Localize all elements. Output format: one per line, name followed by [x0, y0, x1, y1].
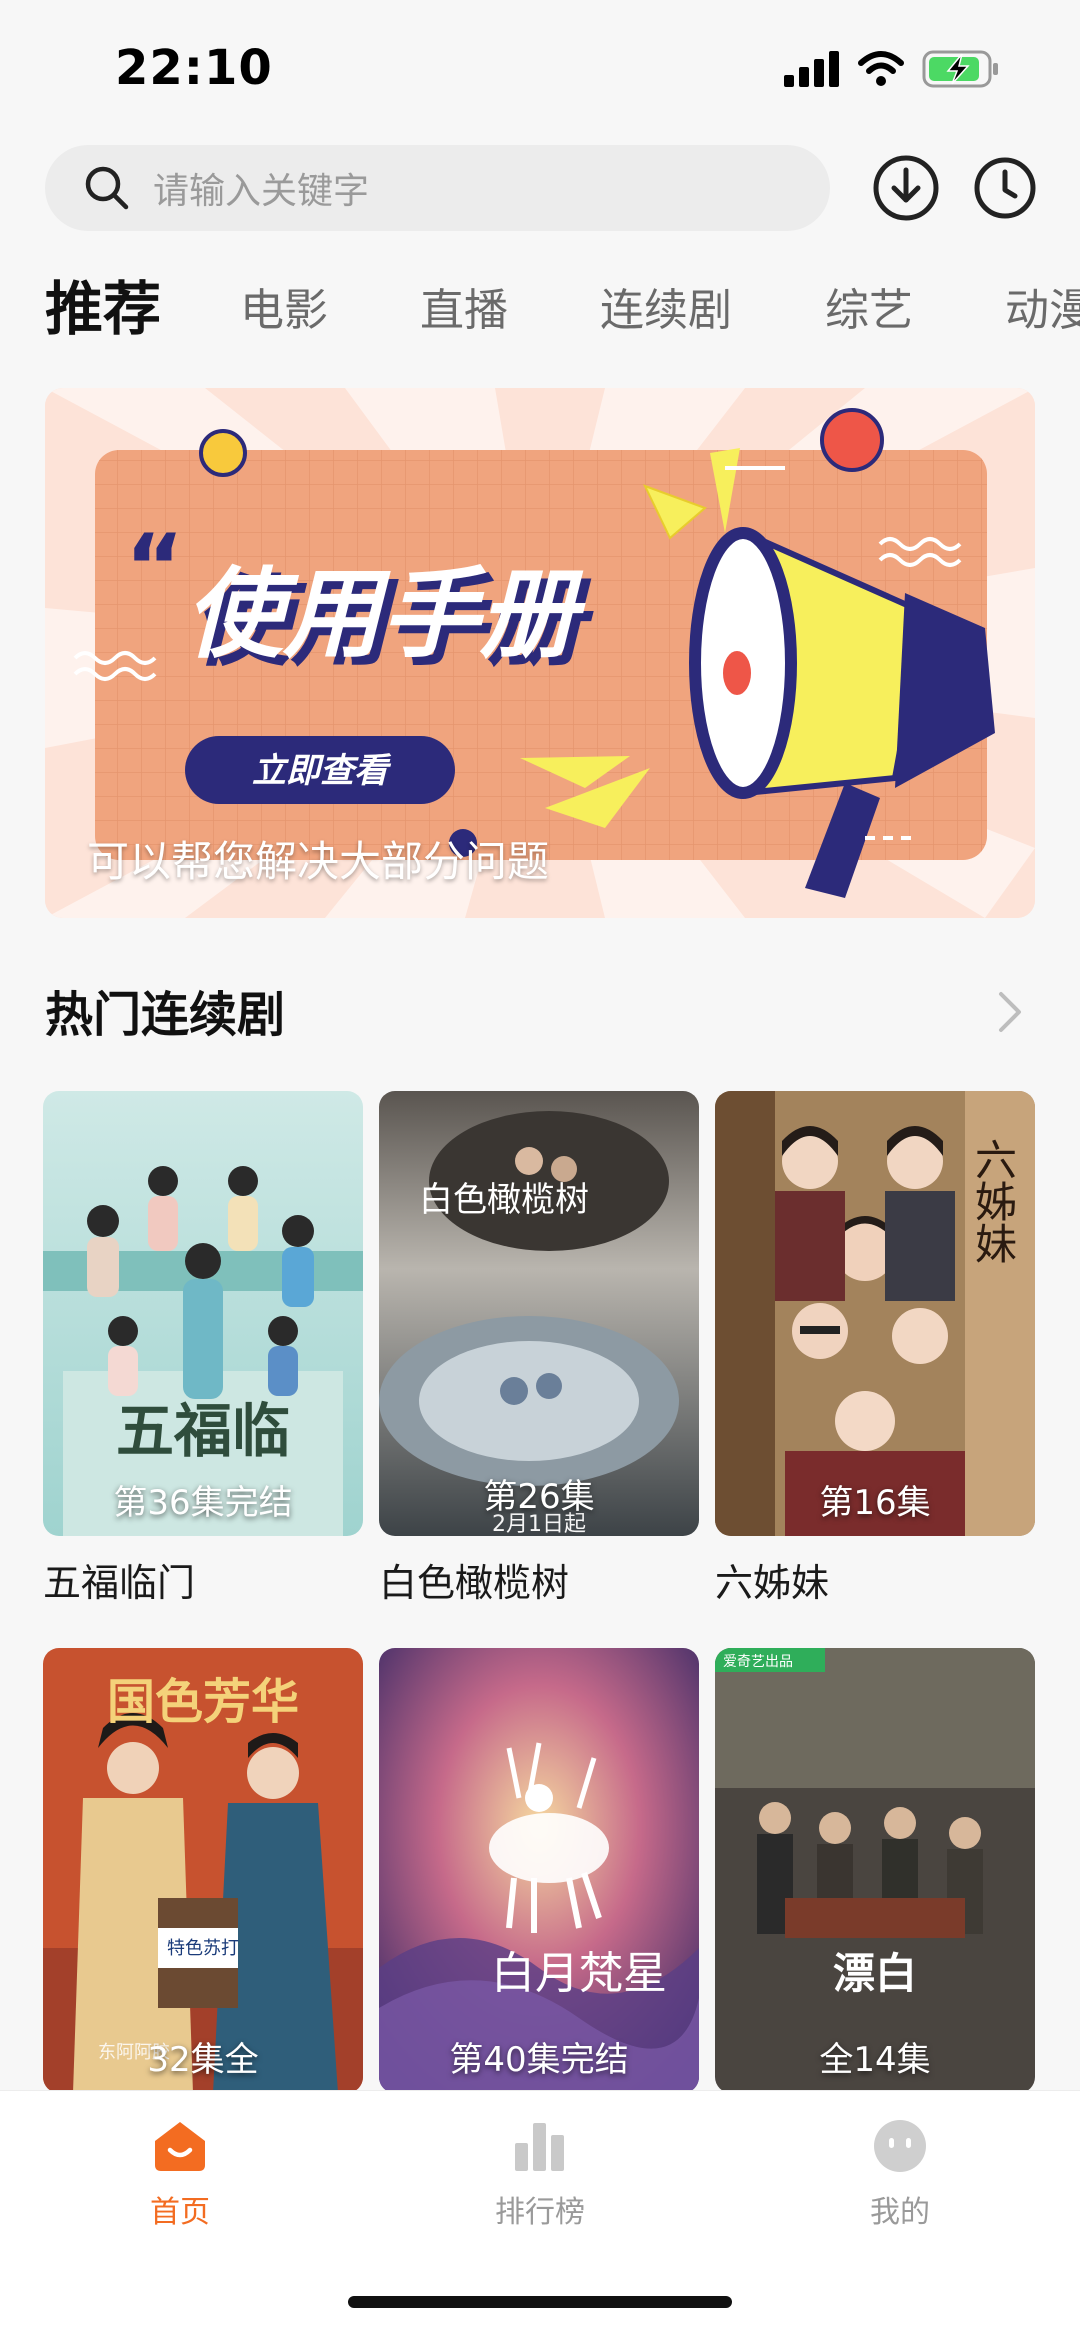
drama-card-olive-tree[interactable]: 白色橄榄树 2月1日起 第26集 白色橄榄树 — [379, 1091, 699, 1607]
user-manual-banner[interactable]: “ 使用手册 使用手册 立即查看 可以帮您解决大部分问题 — [45, 388, 1035, 918]
poster-image: 特色苏打 国色芳华 东阿阿胶 32集全 — [43, 1648, 363, 2093]
chevron-right-icon — [999, 992, 1021, 1032]
poster-image: 白月梵星 第40集完结 — [379, 1648, 699, 2093]
wifi-icon — [858, 51, 904, 86]
poster-image: 白色橄榄树 2月1日起 第26集 — [379, 1091, 699, 1536]
tab-anime[interactable]: 动漫 — [1005, 274, 1080, 338]
tab-variety[interactable]: 综艺 — [825, 274, 913, 338]
status-bar: 22:10 — [0, 0, 1080, 130]
poster-title-art: 国色芳华 — [107, 1674, 299, 1730]
battery-charging-icon — [922, 50, 998, 88]
drama-card-six-sisters[interactable]: 六姊妹 第16集 六姊妹 — [715, 1091, 1035, 1607]
status-time: 22:10 — [115, 40, 273, 96]
search-row: 请输入关键字 — [0, 140, 1080, 235]
download-button[interactable] — [858, 140, 953, 235]
status-icons — [784, 50, 1000, 88]
tab-series[interactable]: 连续剧 — [600, 274, 732, 338]
poster-image: 五福临 第36集完结 — [43, 1091, 363, 1536]
episode-badge: 全14集 — [819, 2040, 931, 2080]
episode-badge: 第26集 — [483, 1477, 595, 1517]
tabbar-ranking-label: 排行榜 — [495, 2195, 585, 2230]
banner-cta-label[interactable]: 立即查看 — [252, 751, 392, 791]
tabbar-home[interactable]: 首页 — [80, 2119, 280, 2231]
section-title: 热门连续剧 — [45, 987, 286, 1043]
section-more-button[interactable] — [995, 989, 1025, 1039]
poster-title-art: 白色橄榄树 — [419, 1180, 589, 1220]
home-icon — [155, 2122, 205, 2171]
poster-brand: 爱奇艺出品 — [723, 1653, 793, 1670]
home-indicator[interactable] — [348, 2296, 732, 2308]
svg-text:“: “ — [125, 515, 184, 620]
search-icon — [85, 166, 129, 210]
search-placeholder: 请输入关键字 — [153, 171, 370, 212]
section-header-hot-series: 热门连续剧 — [45, 975, 1035, 1055]
app-screen: 22:10 请输入关键字 推荐 电影 直播 连续剧 综艺 动漫 “ 使用手册 使… — [0, 0, 1080, 2337]
clock-icon — [974, 157, 1035, 218]
drama-card-wufu[interactable]: 五福临 第36集完结 五福临门 — [43, 1091, 363, 1607]
tabbar-ranking[interactable]: 排行榜 — [440, 2119, 640, 2231]
signal-icon — [784, 51, 839, 87]
sponsor-label: 特色苏打 — [167, 1938, 239, 1959]
poster-title-art: 白月梵星 — [491, 1948, 667, 1999]
poster-title-art: 漂白 — [833, 1949, 917, 1998]
poster-image: 六姊妹 第16集 — [715, 1091, 1035, 1536]
download-icon — [873, 155, 938, 220]
drama-card-piaobai[interactable]: 爱奇艺出品 漂白 全14集 — [715, 1648, 1035, 2093]
tab-live[interactable]: 直播 — [420, 274, 508, 338]
drama-title: 白色橄榄树 — [379, 1561, 570, 1605]
poster-image: 爱奇艺出品 漂白 全14集 — [715, 1648, 1035, 2093]
drama-title: 五福临门 — [43, 1561, 196, 1605]
drama-title: 六姊妹 — [715, 1561, 830, 1605]
bar-chart-icon — [515, 2123, 564, 2171]
search-input[interactable]: 请输入关键字 — [45, 145, 830, 231]
poster-title-art: 六姊妹 — [969, 1138, 1018, 1264]
episode-badge: 第36集完结 — [113, 1483, 293, 1523]
category-tabs: 推荐 电影 直播 连续剧 综艺 动漫 — [0, 262, 1080, 352]
profile-face-icon — [874, 2120, 926, 2172]
tabbar-home-label: 首页 — [150, 2195, 210, 2230]
episode-badge: 32集全 — [147, 2040, 259, 2080]
tabbar-mine[interactable]: 我的 — [800, 2119, 1000, 2231]
banner-headline: 使用手册 — [185, 558, 586, 672]
history-button[interactable] — [957, 140, 1052, 235]
drama-card-guose-fanghua[interactable]: 特色苏打 国色芳华 东阿阿胶 32集全 — [43, 1648, 363, 2093]
drama-card-baiyue-fanxing[interactable]: 白月梵星 第40集完结 — [379, 1648, 699, 2093]
tabbar-mine-label: 我的 — [870, 2195, 930, 2230]
episode-badge: 第16集 — [819, 1483, 931, 1523]
banner-caption: 可以帮您解决大部分问题 — [87, 837, 550, 886]
tab-recommend[interactable]: 推荐 — [45, 262, 161, 346]
episode-badge: 第40集完结 — [449, 2040, 629, 2080]
tab-movie[interactable]: 电影 — [240, 274, 328, 338]
poster-title-art: 五福临 — [116, 1397, 290, 1465]
